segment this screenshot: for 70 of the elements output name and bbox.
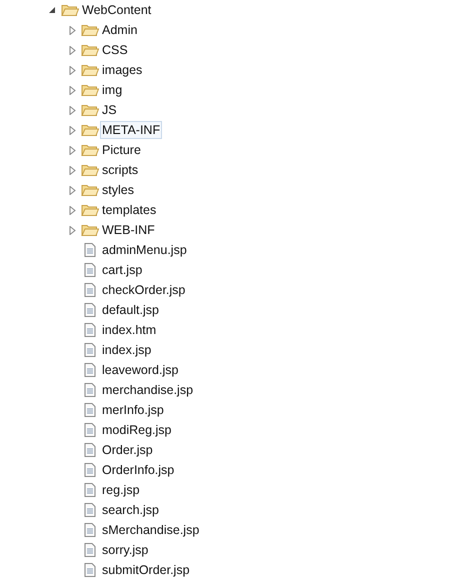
folder-icon [81, 143, 99, 157]
folder-icon [81, 23, 99, 37]
collapsed-arrow-icon[interactable] [68, 206, 76, 214]
folder-icon [61, 3, 79, 17]
collapsed-arrow-icon[interactable] [68, 66, 76, 74]
tree-item[interactable]: CSS [100, 41, 130, 59]
folder-icon [81, 103, 99, 117]
collapsed-arrow-icon[interactable] [68, 126, 76, 134]
tree-item[interactable]: search.jsp [100, 501, 161, 519]
tree-item[interactable]: Picture [100, 141, 143, 159]
folder-icon [81, 83, 99, 97]
collapsed-arrow-icon[interactable] [68, 186, 76, 194]
file-icon [84, 423, 96, 437]
tree-item[interactable]: index.jsp [100, 341, 154, 359]
file-icon [84, 483, 96, 497]
tree-item[interactable]: index.htm [100, 321, 158, 339]
file-icon [84, 323, 96, 337]
tree-item[interactable]: templates [100, 201, 158, 219]
folder-icon [81, 183, 99, 197]
collapsed-arrow-icon[interactable] [68, 166, 76, 174]
folder-icon [81, 223, 99, 237]
collapsed-arrow-icon[interactable] [68, 226, 76, 234]
tree-item[interactable]: sMerchandise.jsp [100, 521, 202, 539]
file-icon [84, 563, 96, 577]
collapsed-arrow-icon[interactable] [68, 146, 76, 154]
folder-icon [81, 123, 99, 137]
folder-icon [81, 163, 99, 177]
file-icon [84, 243, 96, 257]
tree-item[interactable]: merInfo.jsp [100, 401, 166, 419]
tree-item[interactable]: Admin [100, 21, 140, 39]
file-icon [84, 503, 96, 517]
file-icon [84, 303, 96, 317]
tree-item[interactable]: sorry.jsp [100, 541, 150, 559]
file-icon [84, 283, 96, 297]
tree-item[interactable]: styles [100, 181, 136, 199]
tree-item[interactable]: modiReg.jsp [100, 421, 174, 439]
tree-item[interactable]: images [100, 61, 144, 79]
tree-item[interactable]: OrderInfo.jsp [100, 461, 176, 479]
file-icon [84, 463, 96, 477]
tree-item[interactable]: default.jsp [100, 301, 161, 319]
file-icon [84, 263, 96, 277]
tree-item[interactable]: WEB-INF [100, 221, 157, 239]
tree-item[interactable]: submitOrder.jsp [100, 561, 192, 579]
tree-item[interactable]: WebContent [80, 1, 154, 19]
collapsed-arrow-icon[interactable] [68, 106, 76, 114]
file-icon [84, 403, 96, 417]
tree-item[interactable]: scripts [100, 161, 140, 179]
tree-item[interactable]: adminMenu.jsp [100, 241, 189, 259]
file-icon [84, 543, 96, 557]
collapsed-arrow-icon[interactable] [68, 46, 76, 54]
tree-item[interactable]: leaveword.jsp [100, 361, 180, 379]
file-icon [84, 343, 96, 357]
tree-item[interactable]: img [100, 81, 124, 99]
tree-item[interactable]: checkOrder.jsp [100, 281, 188, 299]
file-icon [84, 443, 96, 457]
tree-item[interactable]: reg.jsp [100, 481, 142, 499]
tree-item[interactable]: META-INF [100, 121, 162, 139]
collapsed-arrow-icon[interactable] [68, 86, 76, 94]
collapsed-arrow-icon[interactable] [68, 26, 76, 34]
file-icon [84, 363, 96, 377]
tree-item[interactable]: Order.jsp [100, 441, 155, 459]
tree-item[interactable]: cart.jsp [100, 261, 144, 279]
tree-item[interactable]: merchandise.jsp [100, 381, 196, 399]
expanded-arrow-icon[interactable] [48, 6, 56, 14]
folder-icon [81, 63, 99, 77]
folder-icon [81, 43, 99, 57]
file-icon [84, 523, 96, 537]
file-icon [84, 383, 96, 397]
tree-item[interactable]: JS [100, 101, 119, 119]
folder-icon [81, 203, 99, 217]
